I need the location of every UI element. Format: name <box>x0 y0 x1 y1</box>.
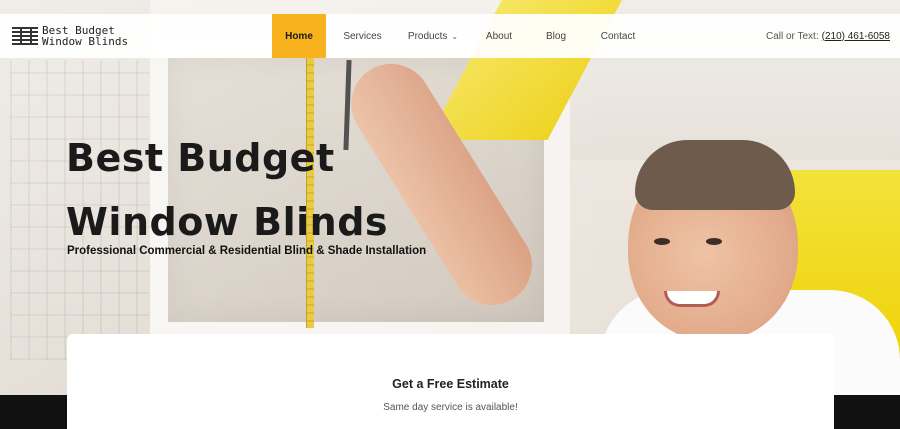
logo-line-2: Window Blinds <box>42 35 129 48</box>
nav-about-label: About <box>485 30 513 42</box>
nav-contact[interactable]: Contact <box>590 14 646 58</box>
hero-subtitle: Professional Commercial & Residential Bl… <box>67 245 427 257</box>
nav-services-label: Services <box>343 30 382 42</box>
estimate-title: Get a Free Estimate <box>392 377 509 391</box>
estimate-card: Get a Free Estimate Same day service is … <box>67 334 834 429</box>
estimate-subtitle: Same day service is available! <box>383 402 518 413</box>
nav-products[interactable]: Products ⌄ <box>400 14 466 58</box>
nav-home-label: Home <box>285 30 313 42</box>
main-nav: Home Services Products ⌄ About Blog Cont… <box>272 14 646 58</box>
nav-services[interactable]: Services <box>332 14 393 58</box>
hero-title-line-1: Best Budget <box>66 136 335 180</box>
nav-blog-label: Blog <box>545 30 566 42</box>
chevron-down-icon: ⌄ <box>451 31 459 41</box>
nav-contact-label: Contact <box>600 30 636 42</box>
nav-home[interactable]: Home <box>272 14 326 58</box>
hero-title: Best Budget Window Blinds <box>66 126 426 254</box>
window-blinds-icon <box>12 27 38 45</box>
nav-about[interactable]: About <box>474 14 524 58</box>
phone-link[interactable]: (210) 461-6058 <box>822 31 890 42</box>
header-phone: Call or Text: (210) 461-6058 <box>766 14 890 58</box>
nav-blog[interactable]: Blog <box>536 14 576 58</box>
phone-prefix: Call or Text: <box>765 30 819 42</box>
nav-products-label: Products <box>407 30 448 42</box>
site-logo[interactable]: Best Budget Window Blinds <box>12 24 128 48</box>
logo-text: Best Budget Window Blinds <box>42 25 128 47</box>
site-header: Best Budget Window Blinds Home Services … <box>0 14 900 58</box>
